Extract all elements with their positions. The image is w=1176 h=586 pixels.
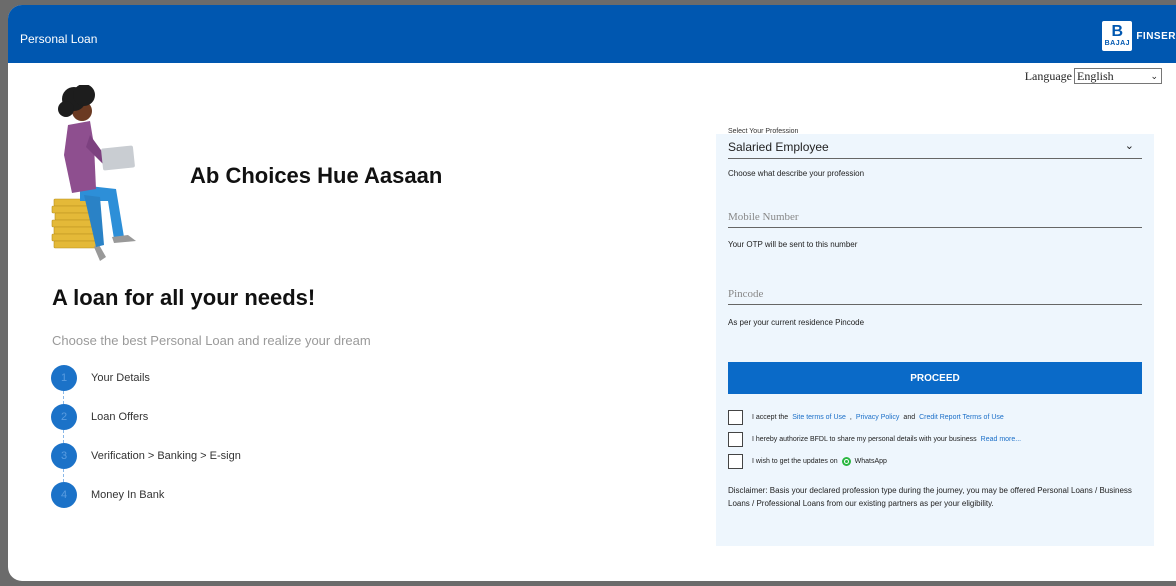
pincode-hint: As per your current residence Pincode xyxy=(728,318,865,327)
main-heading: A loan for all your needs! xyxy=(52,285,316,310)
consent-text: I accept the xyxy=(752,414,789,421)
app-window: Personal Loan B BAJAJ FINSER Language En… xyxy=(8,5,1176,581)
logo-text: BAJAJ xyxy=(1104,40,1131,47)
terms-checkbox[interactable] xyxy=(728,410,743,425)
woman-with-laptop-illustration xyxy=(51,85,136,261)
chevron-down-icon: ⌄ xyxy=(1124,140,1134,152)
step-label: Verification > Banking > E-sign xyxy=(91,450,241,462)
profession-select[interactable]: Salaried Employee ⌄ xyxy=(728,136,1142,159)
profession-hint: Choose what describe your profession xyxy=(728,169,865,178)
chevron-down-icon: ⌄ xyxy=(1150,71,1158,81)
and-text: and xyxy=(903,414,916,421)
profession-label: Select Your Profession xyxy=(728,128,799,135)
disclaimer-text: Disclaimer: Basis your declared professi… xyxy=(728,486,1132,508)
step-number: 3 xyxy=(51,443,77,469)
mobile-number-input[interactable]: Mobile Number xyxy=(728,207,1142,228)
step-label: Your Details xyxy=(91,372,150,384)
brand-name: FINSER xyxy=(1136,30,1176,42)
step-number: 2 xyxy=(51,404,77,430)
top-header: Personal Loan B BAJAJ FINSER xyxy=(8,5,1176,63)
pincode-placeholder: Pincode xyxy=(728,288,764,300)
consent-share-row: I hereby authorize BFDL to share my pers… xyxy=(728,432,1021,447)
consent-whatsapp-row: I wish to get the updates on WhatsApp xyxy=(728,454,887,469)
hero-tagline: Ab Choices Hue Aasaan xyxy=(190,163,443,188)
language-dropdown[interactable]: English ⌄ xyxy=(1074,68,1162,84)
step-label: Loan Offers xyxy=(91,411,149,423)
pincode-input[interactable]: Pincode xyxy=(728,284,1142,305)
logo-letter: B xyxy=(1111,23,1124,40)
step-connector xyxy=(63,430,64,443)
bajaj-logo-icon: B BAJAJ xyxy=(1102,21,1133,51)
step-number: 4 xyxy=(51,482,77,508)
language-selector: Language English ⌄ xyxy=(1025,68,1162,84)
whatsapp-label: WhatsApp xyxy=(854,458,887,465)
read-more-link[interactable]: Read more... xyxy=(981,436,1021,443)
consent-terms-row: I accept the Site terms of Use , Privacy… xyxy=(728,410,1004,425)
whatsapp-icon xyxy=(841,457,851,466)
consent-text: I wish to get the updates on xyxy=(752,458,838,465)
step-number: 1 xyxy=(51,365,77,391)
separator-text: , xyxy=(849,414,852,421)
profession-value: Salaried Employee xyxy=(728,140,829,154)
page-title: Personal Loan xyxy=(20,32,98,46)
step-label: Money In Bank xyxy=(91,489,165,501)
step-connector xyxy=(63,469,64,482)
mobile-hint: Your OTP will be sent to this number xyxy=(728,240,858,249)
step-connector xyxy=(63,391,64,404)
credit-report-terms-link[interactable]: Credit Report Terms of Use xyxy=(919,414,1004,421)
proceed-button[interactable]: PROCEED xyxy=(728,362,1142,394)
language-label: Language xyxy=(1024,68,1072,83)
brand-logo: B BAJAJ FINSER xyxy=(1102,21,1176,51)
privacy-policy-link[interactable]: Privacy Policy xyxy=(856,414,900,421)
whatsapp-checkbox[interactable] xyxy=(728,454,743,469)
loan-application-form: Select Your Profession Salaried Employee… xyxy=(716,128,1154,546)
mobile-placeholder: Mobile Number xyxy=(728,211,799,223)
share-details-checkbox[interactable] xyxy=(728,432,743,447)
consent-text: I hereby authorize BFDL to share my pers… xyxy=(752,436,977,443)
site-terms-link[interactable]: Site terms of Use xyxy=(792,414,846,421)
language-value: English xyxy=(1077,69,1114,83)
main-subheading: Choose the best Personal Loan and realiz… xyxy=(52,333,371,348)
